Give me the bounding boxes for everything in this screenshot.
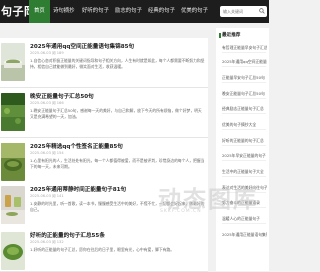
article-thumbnail[interactable] [1,93,25,131]
sidebar-divider [222,52,266,53]
article-thumbnail[interactable] [1,43,25,81]
article-meta: 2025-06-03 阅 189 [30,51,64,55]
sidebar-recommended: 最近推荐 有哲理正能量早安句子汇总 2025年通用qq空间正能量 正能量早安句子… [216,28,269,271]
tea-image [1,232,25,270]
sidebar-item[interactable]: 生活中的正能量句子大全 [222,169,267,175]
article-meta: 2025-06-03 阅 166 [30,101,64,105]
article-thumbnail[interactable] [1,143,25,181]
sidebar-item[interactable]: 晚安正能量句子汇总50句 [222,91,267,97]
sidebar-divider [222,113,266,114]
sidebar-title: 最近推荐 [222,33,241,38]
sidebar-divider [222,129,266,130]
watermark-subtext: SKKF.COM.CN [160,209,202,214]
sidebar-divider [222,145,266,146]
sidebar-divider [222,223,266,224]
nav-item-home[interactable]: 首页 [29,0,50,23]
sidebar-divider [222,98,266,99]
sidebar-title-accent [219,33,221,38]
watermark: 动态图库 SKKF.COM.CN [120,176,268,216]
sidebar-item[interactable]: 有哲理正能量早安句子汇总 [222,45,267,51]
article-title[interactable]: 好听的正能量的句子汇总55条 [30,231,205,239]
sidebar-item[interactable]: 2025年通用qq空间正能量 [222,59,267,65]
sidebar-item[interactable]: 经典励志正能量句子汇总 [222,106,267,112]
sidebar-item[interactable]: 2025年早安正能量的句子 [222,153,267,159]
tea-image [1,186,25,224]
sidebar-divider [222,160,266,161]
article-excerpt: 1.晚安正能量句子汇总50句，感谢每一天的美好，与自己和解，放下今天的所有烦恼，… [30,108,202,119]
article-excerpt: 1.好听的正能量的句子汇总，愿你在往后的日子里，眼里有光，心中有爱，脚下有路。 [30,247,175,252]
sidebar-item[interactable]: 2025年通用正能量语句集锦 [222,232,267,238]
article-meta: 2025-06-03 阅 132 [30,240,64,244]
article-card[interactable]: 晚安正能量句子汇总50句 2025-06-03 阅 166 1.晚安正能量句子汇… [0,88,208,138]
article-title[interactable]: 晚安正能量句子汇总50句 [30,92,205,100]
sidebar-item[interactable]: 好听的正能量的句子汇总 [222,138,267,144]
article-title[interactable]: 2025年通用qq空间正能量语句集锦85句 [30,42,205,50]
sidebar-item[interactable]: 温暖人心的正能量句子 [222,216,267,222]
top-nav: 句子岡 首页 诗句摘抄 好听的句子 励志的句子 经典的句子 优美的句子 [0,0,269,23]
tea-image [1,143,25,181]
article-thumbnail[interactable] [1,186,25,224]
nav-item-nice-sentences[interactable]: 好听的句子 [77,0,114,23]
sidebar-item[interactable]: 正能量早安句子汇总50句 [222,75,267,81]
tea-image [1,93,25,131]
article-title[interactable]: 2025年精选qq个性签名正能量85句 [30,142,205,150]
tea-image [1,43,25,81]
nav-item-classic[interactable]: 经典的句子 [143,0,180,23]
article-excerpt: 1.心里有阳光的人，生活处处有阳光，每一个人都值得被爱，而不是被评判，珍惜身边的… [30,158,205,169]
nav-item-inspirational[interactable]: 励志的句子 [110,0,147,23]
article-meta: 2025-06-03 阅 154 [30,151,64,155]
sidebar-item[interactable]: 优美的句子摘抄大全 [222,122,267,128]
sidebar-divider [222,82,266,83]
article-card[interactable]: 好听的正能量的句子汇总55条 2025-06-03 阅 132 1.好听的正能量… [0,227,208,272]
search-box [220,6,267,17]
nav-item-poems[interactable]: 诗句摘抄 [48,0,80,23]
nav-item-beautiful[interactable]: 优美的句子 [176,0,213,23]
article-excerpt: 1.自信心态对积极正能量的关键词指导和句子相关方向，人生有时就是如此，每个人都需… [30,58,205,69]
article-card[interactable]: 2025年通用qq空间正能量语句集锦85句 2025-06-03 阅 189 1… [0,38,208,88]
search-icon[interactable] [259,8,265,14]
search-input[interactable] [220,6,256,17]
article-thumbnail[interactable] [1,232,25,270]
sidebar-divider [222,66,266,67]
